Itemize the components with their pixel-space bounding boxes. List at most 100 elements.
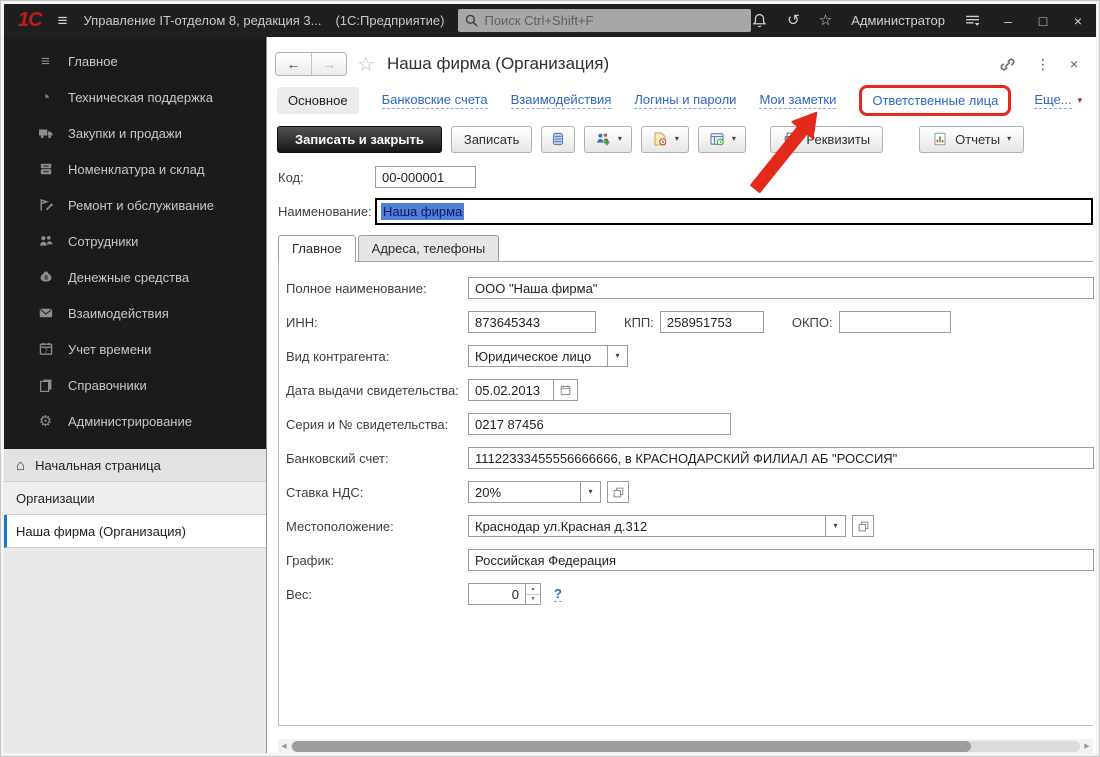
envelope-icon <box>37 305 54 321</box>
schedule-field[interactable]: Российская Федерация <box>468 549 1094 571</box>
nav-link-my-notes[interactable]: Мои заметки <box>759 92 836 109</box>
horizontal-scrollbar[interactable]: ◀ ▶ <box>278 739 1093 753</box>
people-icon <box>37 233 54 249</box>
back-button[interactable]: ← <box>276 53 311 75</box>
scroll-left-icon[interactable]: ◀ <box>280 743 288 750</box>
details-button[interactable]: Реквизиты <box>770 126 883 153</box>
vat-rate-select[interactable]: 20% ▾ <box>468 481 601 503</box>
counterparty-kind-label: Вид контрагента: <box>286 349 468 364</box>
sidebar-item-references[interactable]: Справочники <box>4 367 266 403</box>
close-window-button[interactable]: × <box>1070 13 1086 29</box>
spin-down-icon[interactable]: ▼ <box>526 595 540 605</box>
tab-addresses-phones[interactable]: Адреса, телефоны <box>358 235 500 261</box>
database-icon <box>550 131 566 147</box>
nav-current-osnovnoe[interactable]: Основное <box>277 87 359 114</box>
nav-link-bank-accounts[interactable]: Банковские счета <box>382 92 488 109</box>
chevron-down-icon: ▾ <box>732 135 736 143</box>
chevron-down-icon: ▾ <box>1078 96 1083 105</box>
pages-icon <box>37 377 54 393</box>
minimize-button[interactable]: – <box>1000 13 1016 29</box>
weight-label: Вес: <box>286 587 468 602</box>
scrollbar-thumb[interactable] <box>292 741 971 752</box>
counterparty-kind-select[interactable]: Юридическое лицо ▾ <box>468 345 628 367</box>
toolbar: Записать и закрыть Записать ▾ ▾ ▾ <box>267 119 1096 159</box>
nav-more-button[interactable]: Еще... ▾ <box>1034 92 1082 109</box>
sidebar-item-main[interactable]: ≡ Главное <box>4 43 266 79</box>
kpp-field[interactable]: 258951753 <box>660 311 764 333</box>
schedule-label: График: <box>286 553 468 568</box>
open-vat-button[interactable] <box>607 481 629 503</box>
spin-up-icon[interactable]: ▲ <box>526 584 540 595</box>
inn-field[interactable]: 873645343 <box>468 311 596 333</box>
weight-help-link[interactable]: ? <box>554 586 562 602</box>
database-button[interactable] <box>541 126 575 153</box>
cert-date-field[interactable]: 05.02.2013 <box>468 379 578 401</box>
location-select[interactable]: Краснодар ул.Красная д.312 ▾ <box>468 515 846 537</box>
notifications-bell-icon[interactable] <box>751 12 768 29</box>
form-history-button[interactable]: ▾ <box>698 126 746 153</box>
scroll-right-icon[interactable]: ▶ <box>1083 743 1091 750</box>
document-history-button[interactable]: ▾ <box>641 126 689 153</box>
sidebar-item-nomenclature-warehouse[interactable]: Номенклатура и склад <box>4 151 266 187</box>
page-title: Наша фирма (Организация) <box>387 54 609 74</box>
get-link-icon[interactable] <box>999 56 1016 73</box>
current-user[interactable]: Администратор <box>851 13 945 28</box>
sidebar-item-purchases-sales[interactable]: Закупки и продажи <box>4 115 266 151</box>
forward-button[interactable]: → <box>311 53 346 75</box>
table-clock-icon <box>709 131 725 147</box>
tab-organizations[interactable]: Организации <box>4 482 266 515</box>
add-favorite-star-icon[interactable]: ☆ <box>357 52 375 77</box>
sidebar: ≡ Главное ◔ Техническая поддержка Закупк… <box>4 37 267 753</box>
chevron-down-icon: ▾ <box>833 522 837 530</box>
favorites-star-icon[interactable]: ☆ <box>819 13 832 28</box>
add-user-button[interactable]: ▾ <box>584 126 632 153</box>
bank-account-field[interactable]: 11122333455556666666, в КРАСНОДАРСКИЙ ФИ… <box>468 447 1094 469</box>
nav-link-logins-passwords[interactable]: Логины и пароли <box>634 92 736 109</box>
sidebar-item-administration[interactable]: ⚙ Администрирование <box>4 403 266 439</box>
form-tabs: Главное Адреса, телефоны <box>278 235 1093 262</box>
service-menu-icon[interactable] <box>964 12 981 29</box>
full-name-field[interactable]: ООО "Наша фирма" <box>468 277 1094 299</box>
sidebar-item-time-tracking[interactable]: 7 Учет времени <box>4 331 266 367</box>
scrollbar-track[interactable] <box>291 741 1080 752</box>
weight-stepper[interactable]: 0 ▲ ▼ <box>468 583 541 605</box>
code-field[interactable]: 00-000001 <box>375 166 476 188</box>
nav-link-interactions[interactable]: Взаимодействия <box>511 92 612 109</box>
spinner-buttons[interactable]: ▲ ▼ <box>526 583 541 605</box>
history-icon[interactable]: ↺ <box>787 13 800 28</box>
chevron-down-icon: ▾ <box>618 135 622 143</box>
save-button[interactable]: Записать <box>451 126 533 153</box>
vat-rate-label: Ставка НДС: <box>286 485 468 500</box>
search-input[interactable]: Поиск Ctrl+Shift+F <box>458 9 751 32</box>
nav-link-responsible-persons[interactable]: Ответственные лица <box>859 85 1011 116</box>
support-ring-icon: ◔ <box>37 89 54 105</box>
tab-our-company[interactable]: Наша фирма (Организация) <box>4 515 266 548</box>
close-form-button[interactable]: × <box>1070 56 1078 72</box>
more-menu-icon[interactable]: ⋮ <box>1036 56 1050 73</box>
tab-glavnoe[interactable]: Главное <box>278 235 356 262</box>
reports-button[interactable]: Отчеты ▾ <box>919 126 1024 153</box>
cert-serial-field[interactable]: 0217 87456 <box>468 413 731 435</box>
okpo-label: ОКПО: <box>792 315 833 330</box>
app-title: Управление IT-отделом 8, редакция 3... <box>84 13 322 28</box>
name-field[interactable]: Наша фирма <box>375 198 1093 225</box>
inn-label: ИНН: <box>286 315 468 330</box>
bank-account-label: Банковский счет: <box>286 451 468 466</box>
selected-text: Наша фирма <box>381 203 464 220</box>
app-mode: (1С:Предприятие) <box>335 13 444 28</box>
cert-date-label: Дата выдачи свидетельства: <box>286 383 468 398</box>
maximize-button[interactable]: □ <box>1035 13 1051 29</box>
sidebar-item-money[interactable]: Денежные средства <box>4 259 266 295</box>
sidebar-item-tech-support[interactable]: ◔ Техническая поддержка <box>4 79 266 115</box>
save-and-close-button[interactable]: Записать и закрыть <box>277 126 442 153</box>
sidebar-item-interactions[interactable]: Взаимодействия <box>4 295 266 331</box>
chevron-down-icon: ▾ <box>615 352 619 360</box>
sidebar-item-repair-service[interactable]: Ремонт и обслуживание <box>4 187 266 223</box>
okpo-field[interactable] <box>839 311 951 333</box>
hamburger-menu-icon[interactable]: ≡ <box>58 11 68 31</box>
open-location-button[interactable] <box>852 515 874 537</box>
tab-home-page[interactable]: ⌂ Начальная страница <box>4 449 266 482</box>
calendar-icon: 7 <box>37 341 54 357</box>
sidebar-item-employees[interactable]: Сотрудники <box>4 223 266 259</box>
calendar-picker-icon[interactable] <box>554 379 578 401</box>
